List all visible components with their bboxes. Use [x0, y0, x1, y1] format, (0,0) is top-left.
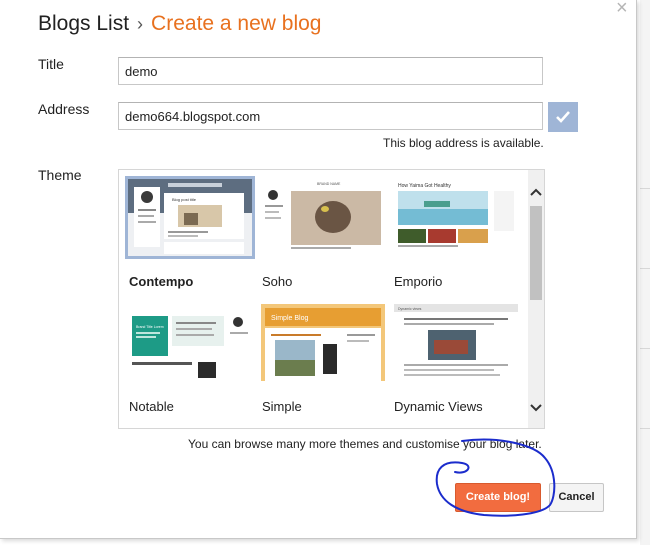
theme-tile-dynamic-views[interactable]: Dynamic views	[394, 304, 518, 381]
address-label: Address	[38, 101, 90, 117]
create-blog-button[interactable]: Create blog!	[455, 483, 541, 512]
theme-picker: Blog post title Contempo BRAND NAME Soho…	[118, 169, 545, 429]
theme-scrollbar[interactable]	[528, 170, 544, 428]
address-check-indicator	[548, 102, 578, 132]
title-label: Title	[38, 56, 64, 72]
theme-preview-notable: Brand Title Lorem	[128, 304, 252, 381]
page-title: Create a new blog	[151, 12, 322, 35]
preview-contempo-heading: Blog post title	[172, 197, 197, 202]
preview-emporio-heading: How Yaima Got Healthy	[398, 183, 451, 189]
theme-label: Theme	[38, 167, 82, 183]
preview-soho-heading: BRAND NAME	[317, 182, 341, 186]
close-icon[interactable]: ×	[616, 0, 628, 20]
theme-name-notable: Notable	[129, 399, 174, 414]
theme-tile-soho[interactable]: BRAND NAME	[261, 179, 385, 256]
preview-dynamic-views-heading: Dynamic views	[398, 307, 422, 311]
scrollbar-thumb[interactable]	[530, 206, 542, 300]
preview-simple-heading: Simple Blog	[271, 315, 308, 322]
title-input[interactable]	[118, 57, 543, 85]
theme-name-simple: Simple	[262, 399, 302, 414]
checkmark-icon	[556, 111, 570, 123]
breadcrumb-blogs-list[interactable]: Blogs List	[38, 12, 129, 35]
theme-name-dynamic-views: Dynamic Views	[394, 399, 483, 414]
browse-themes-note: You can browse many more themes and cust…	[188, 437, 542, 451]
theme-preview-emporio: How Yaima Got Healthy	[394, 179, 518, 256]
theme-tile-contempo[interactable]: Blog post title	[125, 176, 255, 259]
theme-tile-notable[interactable]: Brand Title Lorem	[128, 304, 252, 381]
cancel-button[interactable]: Cancel	[549, 483, 604, 512]
background-page-edge	[640, 0, 650, 545]
address-input[interactable]	[118, 102, 543, 130]
theme-preview-contempo: Blog post title	[128, 179, 252, 256]
chevron-up-icon[interactable]	[528, 184, 544, 200]
theme-name-emporio: Emporio	[394, 274, 443, 289]
theme-name-contempo: Contempo	[129, 274, 194, 289]
theme-tile-simple[interactable]: Simple Blog	[261, 304, 385, 381]
theme-preview-simple: Simple Blog	[261, 304, 385, 381]
dialog-heading: Blogs List › Create a new blog	[38, 12, 322, 36]
theme-preview-dynamic-views: Dynamic views	[394, 304, 518, 381]
theme-tile-emporio[interactable]: How Yaima Got Healthy	[394, 179, 518, 256]
breadcrumb-separator: ›	[137, 14, 144, 34]
preview-notable-heading: Brand Title Lorem	[136, 325, 164, 329]
theme-preview-soho: BRAND NAME	[261, 179, 385, 256]
address-availability: This blog address is available.	[383, 136, 544, 150]
theme-name-soho: Soho	[262, 274, 293, 289]
create-blog-dialog: × Blogs List › Create a new blog Title Add…	[0, 0, 637, 539]
chevron-down-icon[interactable]	[528, 400, 544, 416]
